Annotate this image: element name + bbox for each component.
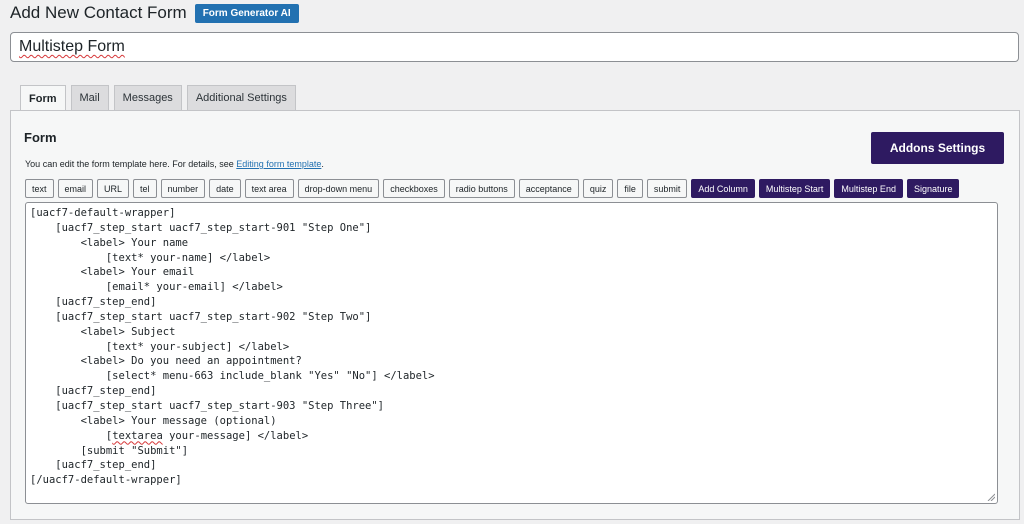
panel-heading: Form: [24, 130, 57, 145]
code-line: [uacf7_step_end]: [30, 296, 157, 309]
code-line: [uacf7_step_start uacf7_step_start-902 "…: [30, 310, 372, 323]
tag-button-text-area[interactable]: text area: [244, 179, 294, 198]
editor-tabs: Form Mail Messages Additional Settings: [20, 85, 296, 111]
tag-button-email[interactable]: email: [57, 179, 94, 198]
code-line: [submit "Submit"]: [30, 444, 189, 457]
form-panel: Form You can edit the form template here…: [10, 110, 1020, 520]
tag-generator-toolbar: text email URL tel number date text area…: [25, 179, 960, 198]
description-text: You can edit the form template here. For…: [25, 159, 237, 169]
code-line: [email* your-email] </label>: [30, 281, 283, 294]
tag-button-url[interactable]: URL: [97, 179, 130, 198]
tag-button-submit[interactable]: submit: [646, 179, 688, 198]
signature-button[interactable]: Signature: [906, 179, 960, 198]
tag-button-file[interactable]: file: [617, 179, 643, 198]
tab-mail[interactable]: Mail: [70, 85, 109, 110]
editing-form-template-link[interactable]: Editing form template: [236, 159, 321, 169]
tab-additional-settings[interactable]: Additional Settings: [186, 85, 296, 110]
code-line: <label> Your name: [30, 236, 189, 249]
code-line: <label> Your message (optional): [30, 414, 277, 427]
tag-button-acceptance[interactable]: acceptance: [518, 179, 579, 198]
code-line: [/uacf7-default-wrapper]: [30, 474, 182, 487]
form-template-editor[interactable]: [uacf7-default-wrapper] [uacf7_step_star…: [25, 202, 998, 504]
editor-content: [uacf7-default-wrapper] [uacf7_step_star…: [26, 203, 997, 488]
code-line: [text* your-subject] </label>: [30, 340, 290, 353]
tag-button-number[interactable]: number: [160, 179, 206, 198]
code-line: <label> Do you need an appointment?: [30, 355, 302, 368]
form-title-value: Multistep Form: [19, 38, 125, 55]
form-title-input[interactable]: Multistep Form: [10, 32, 1019, 62]
tag-button-quiz[interactable]: quiz: [582, 179, 614, 198]
add-column-button[interactable]: Add Column: [691, 179, 755, 198]
code-line: <label> Your email: [30, 266, 195, 279]
code-line: [uacf7_step_end]: [30, 459, 157, 472]
tag-button-tel[interactable]: tel: [133, 179, 157, 198]
resize-grip-icon[interactable]: [987, 493, 995, 501]
code-line: <label> Subject: [30, 325, 176, 338]
description-end: .: [321, 159, 324, 169]
code-line: [textarea your-message] </label>: [30, 429, 309, 442]
code-line: [uacf7-default-wrapper]: [30, 207, 176, 219]
form-generator-ai-button[interactable]: Form Generator AI: [194, 3, 299, 23]
spellcheck-marked-word: textarea: [112, 429, 163, 442]
tag-button-drop-down-menu[interactable]: drop-down menu: [297, 179, 380, 198]
tag-button-checkboxes[interactable]: checkboxes: [383, 179, 445, 198]
page-header: Add New Contact Form Form Generator AI: [10, 2, 299, 24]
tab-form[interactable]: Form: [20, 85, 66, 111]
code-line: [text* your-name] </label>: [30, 251, 271, 264]
tag-button-radio-buttons[interactable]: radio buttons: [448, 179, 515, 198]
page-title: Add New Contact Form: [10, 3, 187, 22]
tag-button-text[interactable]: text: [25, 179, 54, 198]
code-line: [uacf7_step_start uacf7_step_start-903 "…: [30, 399, 385, 412]
multistep-start-button[interactable]: Multistep Start: [758, 179, 831, 198]
tag-button-date[interactable]: date: [209, 179, 241, 198]
code-line: [select* menu-663 include_blank "Yes" "N…: [30, 370, 435, 383]
panel-description: You can edit the form template here. For…: [25, 159, 324, 169]
addons-settings-button[interactable]: Addons Settings: [871, 132, 1004, 164]
tab-messages[interactable]: Messages: [113, 85, 182, 110]
code-line: [uacf7_step_end]: [30, 385, 157, 398]
code-line: [uacf7_step_start uacf7_step_start-901 "…: [30, 221, 372, 234]
multistep-end-button[interactable]: Multistep End: [834, 179, 903, 198]
